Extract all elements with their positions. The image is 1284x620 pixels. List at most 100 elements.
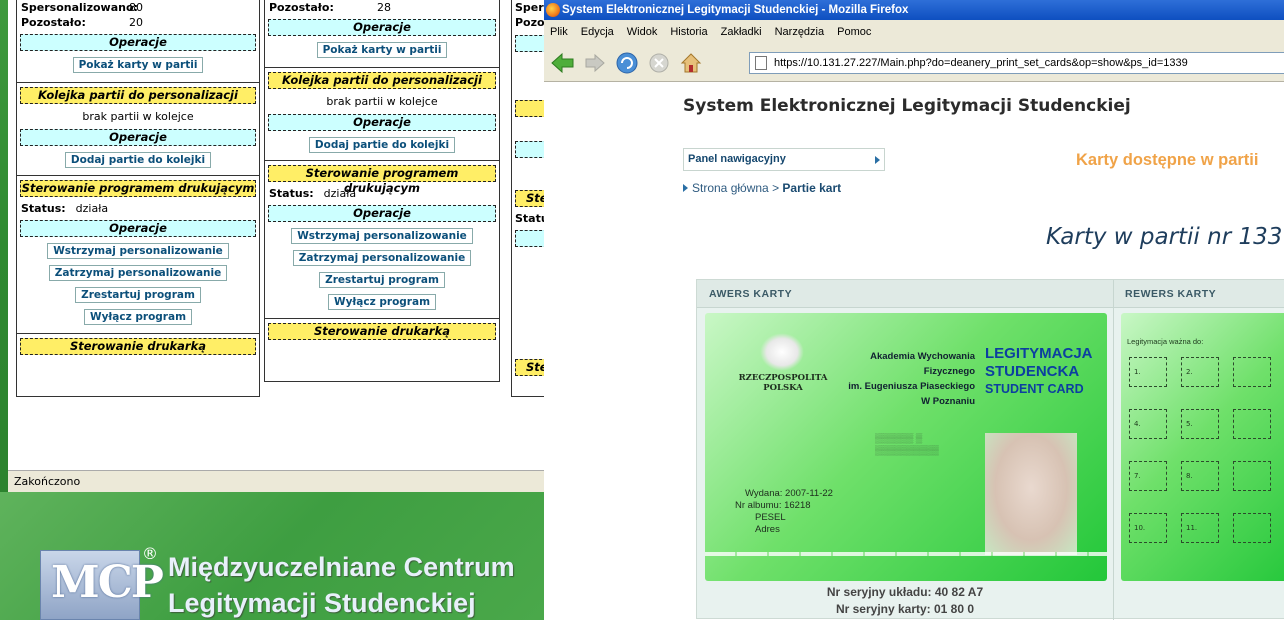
printer-panel-2: Pozostało: 28 Operacje Pokaż karty w par… [264, 0, 500, 382]
status-value: działa [75, 202, 109, 215]
stop-button[interactable] [646, 50, 672, 76]
validity-slot: 11. [1181, 513, 1219, 543]
print-control-window: Spersonalizowano: 80 Pozostało: 20 Opera… [8, 0, 544, 492]
validity-slot: 10. [1129, 513, 1167, 543]
back-column-header: REWERS KARTY [1125, 288, 1217, 300]
card-front-image: RZECZPOSPOLITA POLSKA Akademia Wychowani… [705, 313, 1107, 581]
left-margin [544, 82, 672, 620]
breadcrumb-home-link[interactable]: Strona główna [692, 181, 769, 195]
operations-header: Operacje [268, 19, 496, 36]
site-title: System Elektronicznej Legitymacji Studen… [683, 96, 1131, 116]
cards-table-header: AWERS KARTY REWERS KARTY [697, 280, 1284, 308]
batch-title: Karty w partii nr 133 [1046, 224, 1283, 250]
remaining-row-2: Pozostało: 28 [265, 0, 499, 16]
card-type-line-1: LEGITYMACJA [985, 345, 1093, 362]
operations-header-3: Operacje [20, 220, 256, 237]
reload-button[interactable] [614, 50, 640, 76]
personalized-value: 80 [129, 1, 143, 14]
stop-icon [649, 53, 669, 72]
remaining-label-2: Pozostało: [269, 1, 334, 14]
page-content: System Elektronicznej Legitymacji Studen… [544, 82, 1284, 620]
address-bar[interactable]: https://10.131.27.227/Main.php?do=deaner… [749, 52, 1284, 74]
validity-slot [1233, 513, 1271, 543]
slot-number: 7. [1134, 472, 1141, 480]
operations-header-2: Operacje [20, 129, 256, 146]
operations-header-2b: Operacje [268, 114, 496, 131]
queue-header-2: Kolejka partii do personalizacji [268, 72, 496, 89]
validity-slot: 8. [1181, 461, 1219, 491]
menu-widok[interactable]: Widok [627, 26, 658, 38]
country-line-2: POLSKA [763, 383, 803, 393]
validity-slot [1233, 357, 1271, 387]
remaining-row: Pozostało: 20 [17, 16, 259, 31]
menu-plik[interactable]: Plik [550, 26, 568, 38]
university-line-4: W Poznaniu [921, 396, 975, 407]
breadcrumb-current: Partie kart [782, 181, 842, 195]
mcp-logo-mark: MCP [40, 550, 164, 620]
university-line-3: im. Eugeniusza Piaseckiego [848, 381, 975, 392]
slot-number: 10. [1134, 524, 1146, 532]
navigation-panel-toggle[interactable]: Panel nawigacyjny [683, 148, 885, 171]
back-arrow-icon [551, 52, 574, 73]
mcp-logo-text: MCP [51, 557, 164, 608]
status-value-2: działa [323, 187, 357, 200]
forward-arrow-icon [585, 53, 605, 72]
issue-date: Wydana: 2007-11-22 [745, 488, 833, 499]
menu-zakladki[interactable]: Zakładki [721, 26, 762, 38]
operations-header: Operacje [20, 34, 256, 51]
page-icon [755, 56, 767, 70]
stop-personalization-button[interactable]: Zatrzymaj personalizowanie [48, 265, 228, 281]
menu-pomoc[interactable]: Pomoc [837, 26, 871, 38]
printer-panel-1: Spersonalizowano: 80 Pozostało: 20 Opera… [16, 0, 260, 397]
add-to-queue-button[interactable]: Dodaj partie do kolejki [64, 152, 212, 168]
firefox-window: System Elektronicznej Legitymacji Studen… [544, 0, 1284, 620]
shutdown-program-button-2[interactable]: Wyłącz program [327, 294, 437, 310]
forward-button[interactable] [582, 50, 608, 76]
panel3-status-label: Statu [515, 212, 544, 225]
logo-line-2: Legitymacji Studenckiej [168, 588, 476, 618]
slot-number: 2. [1186, 368, 1193, 376]
restart-program-button[interactable]: Zrestartuj program [75, 287, 201, 303]
blurred-name-1: ▒▒▒▒▒▒ ▒ [875, 433, 923, 443]
firefox-icon [546, 3, 560, 17]
show-cards-button[interactable]: Pokaż karty w partii [72, 57, 204, 73]
home-icon [680, 52, 702, 72]
status-label: Status: [21, 202, 66, 215]
back-button[interactable] [550, 50, 576, 76]
validity-slot: 4. [1129, 409, 1167, 439]
menu-historia[interactable]: Historia [670, 26, 707, 38]
panel3-yellow-1 [515, 100, 544, 117]
reload-icon [616, 52, 638, 73]
section-title: Karty dostępne w partii [1076, 151, 1259, 169]
shutdown-program-button[interactable]: Wyłącz program [83, 309, 193, 325]
pause-personalization-button-2[interactable]: Wstrzymaj personalizowanie [291, 228, 473, 244]
breadcrumb-separator: > [772, 181, 780, 195]
queue-empty-text-2: brak partii w kolejce [326, 95, 438, 108]
university-line-1: Akademia Wychowania [870, 351, 975, 362]
card-serial-number: Nr seryjny karty: 01 80 0 [835, 602, 975, 616]
validity-slot: 1. [1129, 357, 1167, 387]
add-to-queue-button-2[interactable]: Dodaj partie do kolejki [308, 137, 456, 153]
menu-edycja[interactable]: Edycja [581, 26, 614, 38]
printer-program-header: Sterowanie programem drukującym [20, 180, 256, 197]
stop-personalization-button-2[interactable]: Zatrzymaj personalizowanie [292, 250, 472, 266]
printer-control-header-2: Sterowanie drukarką [268, 323, 496, 340]
validity-slot: 2. [1181, 357, 1219, 387]
show-cards-button-2[interactable]: Pokaż karty w partii [316, 42, 448, 58]
home-button[interactable] [678, 50, 704, 76]
restart-program-button-2[interactable]: Zrestartuj program [319, 272, 445, 288]
logo-line-1: Międzyuczelniane Centrum [168, 552, 515, 582]
panel3-printer-prog-header: Ste [515, 190, 544, 207]
pause-personalization-button[interactable]: Wstrzymaj personalizowanie [47, 243, 229, 259]
student-photo [985, 433, 1077, 555]
column-divider [1113, 280, 1114, 620]
validity-slot: 5. [1181, 409, 1219, 439]
registered-mark: ® [142, 544, 158, 563]
chip-serial-number: Nr seryjny układu: 40 82 A7 [826, 585, 984, 599]
status-bar: Zakończono [8, 470, 544, 492]
front-column-header: AWERS KARTY [709, 288, 793, 300]
menu-narzedzia[interactable]: Narzędzia [775, 26, 825, 38]
panel3-frag-remaining: Pozo [515, 16, 544, 29]
printer-panel-3: Sper Pozo Ste Statu Ste [511, 0, 544, 397]
panel3-cyan-3 [515, 230, 544, 247]
